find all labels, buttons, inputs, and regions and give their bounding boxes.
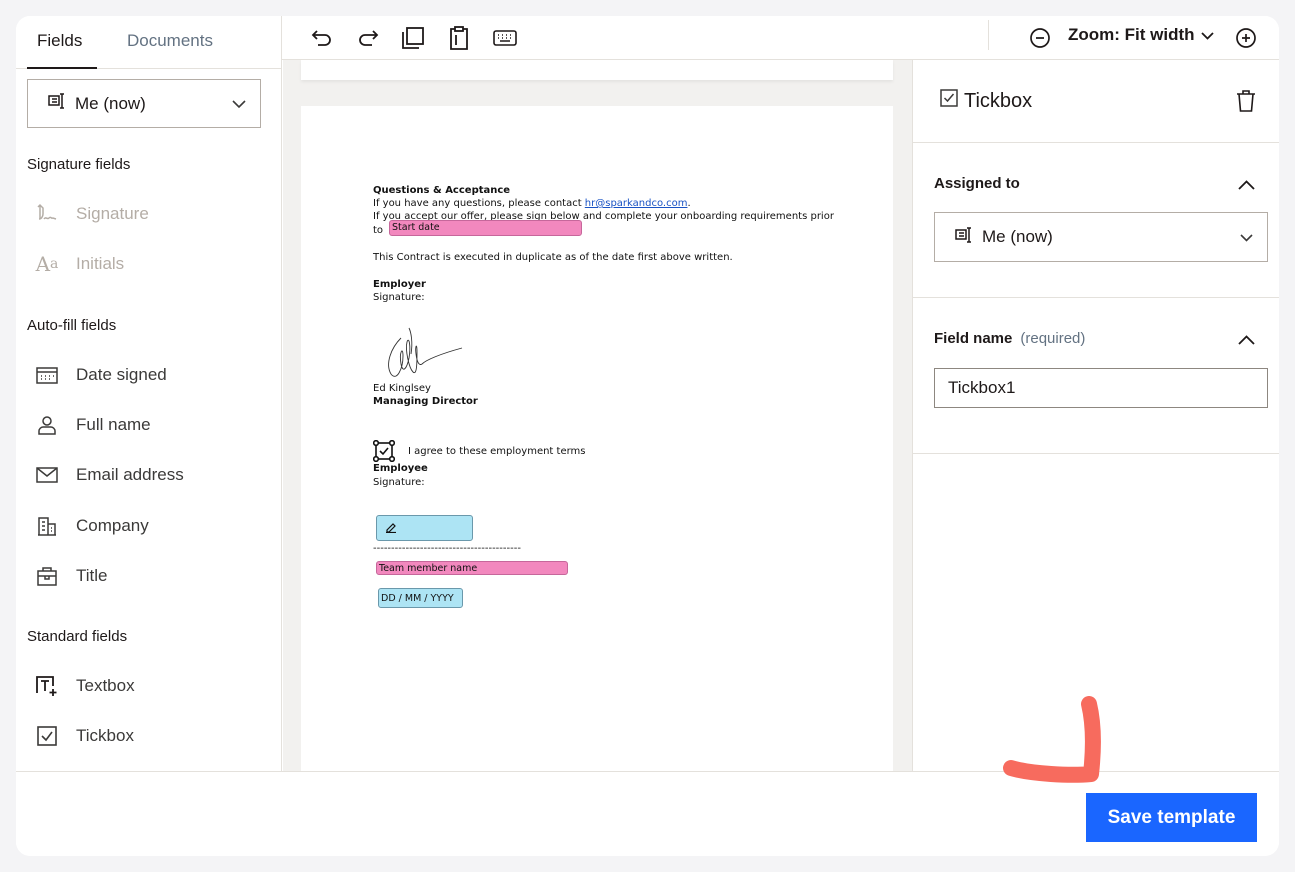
field-name-hint: (required) [1020,330,1086,347]
doc-line-contact: If you have any questions, please contac… [373,198,691,209]
document-canvas[interactable]: Questions & Acceptance If you have any q… [283,60,912,771]
field-date-signed[interactable]: Date signed [34,364,167,386]
field-signature[interactable]: Signature [34,203,149,225]
assigned-section: Assigned to Me (now) [913,143,1279,298]
signer-name: Ed Kinglsey [373,383,431,394]
chevron-up-icon[interactable] [1238,332,1255,350]
calendar-icon [34,364,60,386]
field-textbox[interactable]: Textbox [34,675,135,697]
assignee-label: Me (now) [75,93,146,113]
start-date-field[interactable]: Start date [389,220,582,236]
field-name-section: Field name (required) Tickbox1 [913,298,1279,454]
duplicate-icon[interactable] [400,25,426,51]
tickbox-icon [940,89,958,113]
assignee-icon [48,92,68,115]
handwritten-signature [388,327,463,377]
pen-icon [385,521,397,536]
zoom-label: Zoom: Fit width [1068,25,1195,44]
footer-bar: Save template [16,771,1279,856]
previous-page [301,60,893,80]
autofill-fields-heading: Auto-fill fields [27,317,117,334]
tickbox-icon [34,725,60,747]
doc-executed: This Contract is executed in duplicate a… [373,252,733,263]
briefcase-icon [34,565,60,587]
tab-documents[interactable]: Documents [127,31,213,51]
email-link[interactable]: hr@sparkandco.com [585,198,688,209]
field-title-label: Title [76,566,108,585]
assignee-dropdown[interactable]: Me (now) [27,79,261,128]
field-company[interactable]: Company [34,515,149,537]
field-date-signed-label: Date signed [76,365,167,384]
panel-title: Tickbox [940,89,1032,113]
chevron-down-icon [1240,227,1253,247]
field-email-address[interactable]: Email address [34,464,184,486]
field-company-label: Company [76,516,149,535]
field-full-name[interactable]: Full name [34,414,151,436]
agree-text: I agree to these employment terms [408,446,586,457]
field-title[interactable]: Title [34,565,108,587]
trash-icon[interactable] [1236,90,1256,117]
toolbar-divider [988,20,989,50]
sidebar-tabs: Fields Documents [16,16,281,69]
zoom-in-icon[interactable] [1233,25,1259,51]
doc-line-contact-prefix: If you have any questions, please contac… [373,198,585,209]
zoom-dropdown[interactable]: Zoom: Fit width [1068,25,1214,45]
fields-sidebar: Fields Documents Me (now) Signature fiel… [16,16,282,771]
field-name-input[interactable]: Tickbox1 [934,368,1268,408]
person-icon [34,414,60,436]
date-field[interactable]: DD / MM / YYYY [378,588,463,608]
save-template-button[interactable]: Save template [1086,793,1257,842]
active-tab-indicator [27,67,97,69]
signature-icon [34,203,60,225]
tab-fields[interactable]: Fields [37,31,82,51]
panel-title-text: Tickbox [964,89,1033,112]
chevron-up-icon[interactable] [1238,177,1255,195]
envelope-icon [34,464,60,486]
undo-icon[interactable] [309,25,335,51]
field-signature-label: Signature [76,204,149,223]
initials-icon: Aa [35,252,59,276]
assigned-label: Assigned to [934,175,1020,192]
field-textbox-label: Textbox [76,676,135,695]
team-member-name-field[interactable]: Team member name [376,561,568,575]
clipboard-icon[interactable] [446,25,472,51]
employer-signature-label: Signature: [373,292,425,303]
building-icon [34,515,60,537]
app-window: Fields Documents Me (now) Signature fiel… [16,16,1279,856]
assigned-value: Me (now) [982,227,1053,246]
standard-fields-heading: Standard fields [27,628,128,645]
textbox-icon [34,675,60,697]
employee-signature-label: Signature: [373,477,425,488]
signature-field[interactable] [376,515,473,541]
chevron-down-icon [232,94,246,114]
assigned-dropdown[interactable]: Me (now) [934,212,1268,262]
field-initials[interactable]: Aa Initials [34,252,125,276]
keyboard-icon[interactable] [492,25,518,51]
signature-fields-heading: Signature fields [27,156,131,173]
field-name-label: Field name (required) [934,330,1085,347]
tickbox-field-icon[interactable] [372,439,396,465]
redo-icon[interactable] [355,25,381,51]
employee-label: Employee [373,463,428,474]
employer-label: Employer [373,279,426,290]
signer-title: Managing Director [373,396,478,407]
field-tickbox[interactable]: Tickbox [34,725,134,747]
document-page: Questions & Acceptance If you have any q… [301,106,893,771]
assignee-icon [955,226,975,249]
doc-line-to: to [373,225,384,236]
field-properties-panel: Tickbox Assigned to Me (now) Field name … [912,60,1279,771]
field-full-name-label: Full name [76,415,151,434]
doc-heading: Questions & Acceptance [373,185,511,196]
panel-header: Tickbox [913,60,1279,143]
chevron-down-icon [1200,25,1214,45]
zoom-out-icon[interactable] [1027,25,1053,51]
field-initials-label: Initials [76,254,125,273]
editor-toolbar: Zoom: Fit width [282,16,1279,60]
field-email-address-label: Email address [76,465,184,484]
doc-line-contact-suffix: . [687,198,691,209]
signature-dashes: ----------------------------------------… [373,543,521,554]
field-name-label-text: Field name [934,330,1013,347]
field-tickbox-label: Tickbox [76,726,134,745]
